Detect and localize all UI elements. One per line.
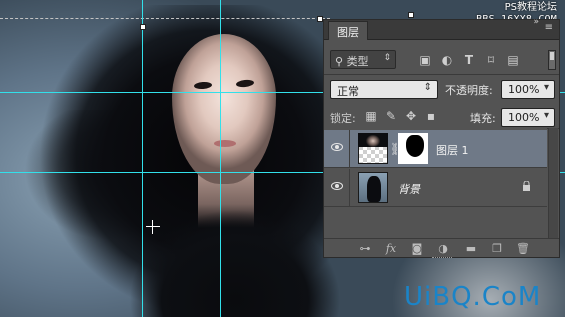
updown-arrows-icon: ⇕ [423, 82, 432, 93]
layer-row[interactable]: ⛓ 图层 1 [324, 130, 547, 168]
collapse-icon[interactable]: » [533, 17, 539, 27]
fill-value: 100% [508, 111, 540, 124]
blend-mode-value: 正常 [337, 85, 359, 98]
smart-object-filter-icon[interactable]: ▤ [506, 53, 520, 67]
layers-list: ⛓ 图层 1 背景 [324, 128, 547, 238]
layer-thumbnail[interactable] [358, 133, 388, 164]
fill-label: 填充: [470, 112, 496, 125]
new-group-icon[interactable]: ▬ [464, 242, 478, 255]
opacity-value: 100% [508, 83, 540, 96]
type-filter-icon[interactable]: T [462, 53, 476, 67]
site-logo: UiBQ.CoM [404, 282, 542, 312]
vertical-guide[interactable] [220, 0, 221, 317]
visibility-toggle[interactable] [324, 169, 350, 206]
panel-menu-icon[interactable]: ≡ [545, 23, 553, 33]
filter-kind-label: 类型 [346, 55, 369, 68]
link-layers-icon[interactable]: ⊶ [358, 242, 372, 255]
tab-layers[interactable]: 图层 [328, 21, 368, 40]
lock-all-icon[interactable]: ▪ [424, 109, 438, 123]
crosshair-cursor-icon [146, 220, 160, 234]
thumbnail-photo-part [358, 133, 388, 147]
panel-header: 图层 » ≡ [324, 17, 559, 40]
visibility-toggle[interactable] [324, 130, 350, 167]
eye-icon [331, 143, 343, 151]
transform-handle[interactable] [408, 12, 414, 18]
transform-handle[interactable] [140, 24, 146, 30]
layer-mask-thumbnail[interactable] [398, 133, 428, 164]
delete-layer-icon[interactable]: 🗑 [516, 242, 530, 255]
selection-marquee [0, 18, 330, 19]
layer-filter-select[interactable]: ⚲ 类型 ⇕ [330, 50, 396, 69]
magnifier-icon: ⚲ [335, 55, 344, 68]
image-filter-icon[interactable]: ▣ [418, 53, 432, 67]
layer-thumbnail[interactable] [358, 172, 388, 203]
fx-icon[interactable]: fx [384, 242, 398, 255]
layers-bottom-toolbar: ⊶ fx ◙ ◑ ▬ ❐ 🗑 [324, 238, 559, 257]
panel-resize-grip[interactable] [432, 257, 452, 259]
shape-filter-icon[interactable]: ⌑ [484, 53, 498, 67]
layer-name[interactable]: 背景 [398, 181, 420, 197]
updown-arrows-icon: ⇕ [383, 53, 391, 63]
add-mask-icon[interactable]: ◙ [410, 242, 424, 255]
blend-mode-select[interactable]: 正常 ⇕ [330, 80, 438, 99]
lock-position-icon[interactable]: ✥ [404, 109, 418, 123]
adjustment-filter-icon[interactable]: ◐ [440, 53, 454, 67]
eye-icon [331, 182, 343, 190]
lock-transparency-icon[interactable]: ▦ [364, 109, 378, 123]
opacity-label: 不透明度: [445, 84, 493, 97]
layer-name[interactable]: 图层 1 [436, 142, 469, 158]
chevron-down-icon[interactable]: ▾ [544, 110, 549, 121]
layers-panel: 图层 » ≡ ⚲ 类型 ⇕ ▣ ◐ T ⌑ ▤ 正常 ⇕ 不透明度: 100% … [323, 17, 560, 259]
shoulders-shape [130, 200, 340, 317]
vertical-guide[interactable] [142, 0, 143, 317]
watermark-line-1: PS教程论坛 [504, 2, 557, 13]
layer-row[interactable]: 背景 [324, 169, 547, 207]
new-layer-icon[interactable]: ❐ [490, 242, 504, 255]
lock-label: 锁定: [330, 112, 356, 125]
fill-field[interactable]: 100% ▾ [501, 108, 555, 127]
chevron-down-icon[interactable]: ▾ [544, 82, 549, 93]
opacity-field[interactable]: 100% ▾ [501, 80, 555, 99]
mouth-shape [214, 140, 236, 147]
layers-scrollbar[interactable] [548, 128, 558, 238]
lock-icon [523, 181, 530, 191]
adjustment-layer-icon[interactable]: ◑ [436, 242, 450, 255]
lock-paint-brush-icon[interactable]: ✎ [384, 109, 398, 123]
filter-toggle-switch[interactable] [548, 50, 556, 70]
divider [324, 74, 559, 75]
